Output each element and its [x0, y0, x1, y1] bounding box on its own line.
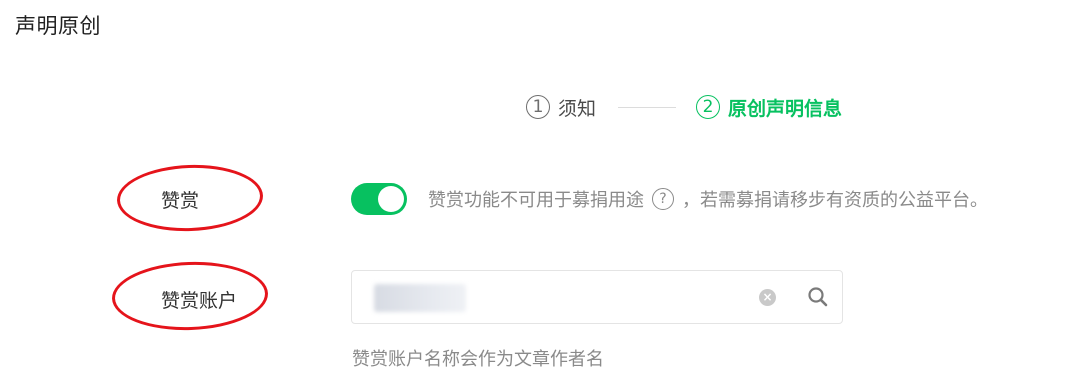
- account-hint: 赞赏账户名称会作为文章作者名: [352, 349, 604, 370]
- appreciate-notice: 赞赏功能不可用于募捐用途 ? ，若需募捐请移步有资质的公益平台。: [428, 186, 988, 212]
- step-number-2: 2: [696, 95, 721, 119]
- appreciate-toggle[interactable]: [351, 183, 407, 215]
- toggle-knob: [378, 186, 404, 212]
- page-title: 声明原创: [15, 14, 101, 38]
- appreciate-account-input[interactable]: ×: [351, 270, 843, 324]
- appreciate-label: 赞赏: [161, 190, 200, 212]
- step-original-info: 2 原创声明信息: [696, 94, 842, 121]
- steps-indicator: 1 须知 2 原创声明信息: [526, 92, 842, 122]
- appreciate-notice-text-suffix: ，若需募捐请移步有资质的公益平台。: [682, 190, 988, 211]
- appreciate-account-label: 赞赏账户: [161, 290, 238, 312]
- search-icon[interactable]: [806, 285, 830, 309]
- step-notice: 1 须知: [526, 94, 596, 121]
- declare-original-page: 声明原创 1 须知 2 原创声明信息 赞赏 赞赏功能不可用于募捐用途 ? ，若需…: [0, 0, 1080, 372]
- question-circle-icon[interactable]: ?: [652, 188, 674, 210]
- clear-circle-icon[interactable]: ×: [759, 289, 776, 306]
- step-number-1: 1: [526, 95, 550, 119]
- step-label-original-info: 原创声明信息: [728, 97, 843, 120]
- redacted-blur: [374, 284, 466, 312]
- appreciate-notice-text: 赞赏功能不可用于募捐用途: [428, 190, 644, 211]
- step-divider: [618, 106, 677, 108]
- step-label-notice: 须知: [558, 97, 597, 120]
